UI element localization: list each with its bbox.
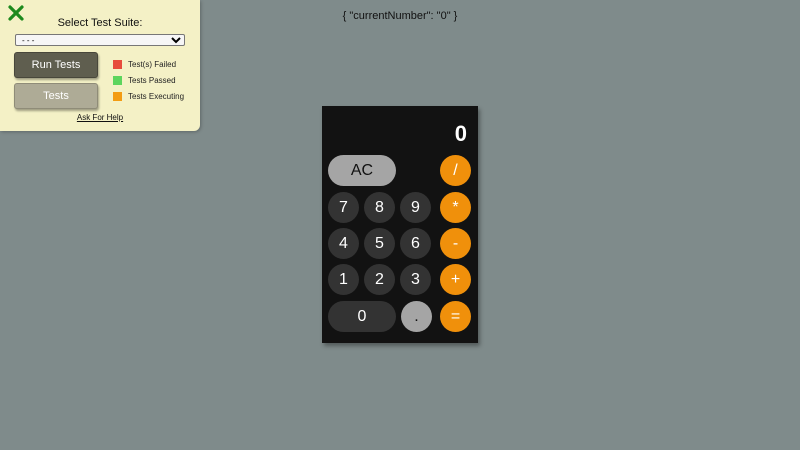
- divide-button[interactable]: /: [440, 155, 471, 186]
- executing-swatch: [113, 91, 122, 101]
- subtract-button[interactable]: -: [440, 228, 471, 259]
- multiply-button[interactable]: *: [440, 192, 471, 223]
- calculator-display: 0: [454, 121, 467, 146]
- page-stage: Select Test Suite: - - - Run Tests Tests…: [0, 0, 800, 450]
- six-button[interactable]: 6: [400, 228, 431, 259]
- add-button[interactable]: +: [440, 264, 471, 295]
- five-button[interactable]: 5: [364, 228, 395, 259]
- calculator: 0 AC / 7 8 9 * 4 5 6 - 1 2 3 + 0 . =: [322, 106, 478, 343]
- legend-item-executing: Tests Executing: [113, 88, 184, 104]
- zero-button[interactable]: 0: [328, 301, 396, 332]
- legend-label-executing: Tests Executing: [128, 91, 185, 101]
- four-button[interactable]: 4: [328, 228, 359, 259]
- test-status-legend: Test(s) Failed Tests Passed Tests Execut…: [113, 56, 184, 104]
- ask-for-help-link[interactable]: Ask For Help: [0, 113, 200, 122]
- clear-button[interactable]: AC: [328, 155, 396, 186]
- current-state-text: { "currentNumber": "0" }: [342, 10, 458, 22]
- legend-label-passed: Tests Passed: [128, 75, 176, 85]
- eight-button[interactable]: 8: [364, 192, 395, 223]
- test-suite-select[interactable]: - - -: [15, 34, 185, 46]
- decimal-button[interactable]: .: [401, 301, 432, 332]
- test-suite-panel: Select Test Suite: - - - Run Tests Tests…: [0, 0, 200, 131]
- legend-item-failed: Test(s) Failed: [113, 56, 184, 72]
- legend-label-failed: Test(s) Failed: [128, 59, 177, 69]
- three-button[interactable]: 3: [400, 264, 431, 295]
- one-button[interactable]: 1: [328, 264, 359, 295]
- tests-button[interactable]: Tests: [14, 83, 98, 109]
- equals-button[interactable]: =: [440, 301, 471, 332]
- seven-button[interactable]: 7: [328, 192, 359, 223]
- two-button[interactable]: 2: [364, 264, 395, 295]
- failed-swatch: [113, 59, 122, 69]
- nine-button[interactable]: 9: [400, 192, 431, 223]
- passed-swatch: [113, 75, 122, 85]
- test-suite-label: Select Test Suite:: [57, 17, 143, 29]
- run-tests-button[interactable]: Run Tests: [14, 52, 98, 78]
- legend-item-passed: Tests Passed: [113, 72, 184, 88]
